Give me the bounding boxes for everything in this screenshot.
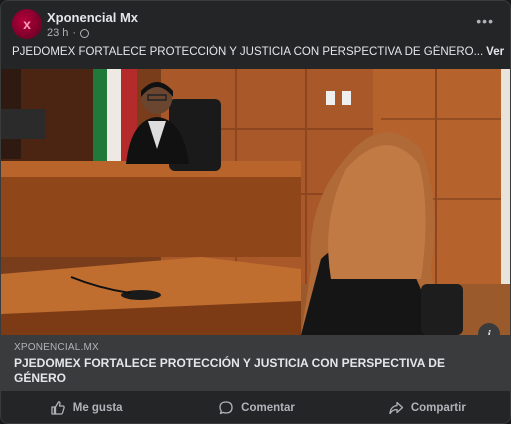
caption-text: PJEDOMEX FORTALECE PROTECCIÓN Y JUSTICIA…	[12, 46, 484, 58]
link-domain: XPONENCIAL.MX	[14, 342, 99, 353]
brand-logo-icon: x	[23, 16, 31, 32]
comment-button[interactable]: Comentar	[171, 393, 341, 423]
link-title[interactable]: PJEDOMEX FORTALECE PROTECCIÓN Y JUSTICIA…	[14, 356, 484, 386]
action-bar: Me gusta Comentar Compartir	[1, 393, 510, 423]
post-caption: PJEDOMEX FORTALECE PROTECCIÓN Y JUSTICIA…	[12, 45, 504, 59]
page-name-link[interactable]: Xponencial Mx	[47, 10, 138, 25]
share-button[interactable]: Compartir	[342, 393, 510, 423]
share-label: Compartir	[410, 402, 466, 414]
comment-bubble-icon	[219, 401, 233, 415]
more-options-icon[interactable]: •••	[476, 13, 494, 29]
post-timestamp[interactable]: 23 h	[47, 27, 68, 39]
post-meta: 23 h ·	[47, 27, 90, 39]
page-avatar[interactable]: x	[12, 9, 42, 39]
like-label: Me gusta	[72, 402, 123, 414]
thumbs-up-icon	[51, 401, 65, 415]
like-button[interactable]: Me gusta	[1, 393, 171, 423]
meta-separator: ·	[72, 27, 77, 39]
post-card: x Xponencial Mx 23 h · ••• PJEDOMEX FORT…	[0, 0, 511, 424]
see-more-link[interactable]: Ver más	[486, 46, 504, 58]
post-header: x Xponencial Mx 23 h · •••	[1, 1, 510, 41]
comment-label: Comentar	[241, 402, 295, 414]
globe-icon	[80, 28, 90, 38]
share-arrow-icon	[389, 401, 403, 415]
post-image[interactable]	[1, 69, 510, 335]
link-preview[interactable]: XPONENCIAL.MX PJEDOMEX FORTALECE PROTECC…	[1, 335, 510, 391]
